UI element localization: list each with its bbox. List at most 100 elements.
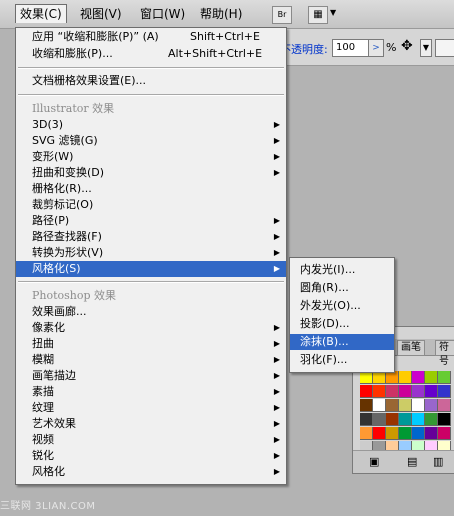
submenu-arrow-icon: ▶	[273, 136, 280, 145]
bridge-button[interactable]: Br	[272, 6, 292, 24]
menu-item-blur[interactable]: 模糊 ▶	[16, 352, 286, 368]
swatch[interactable]	[399, 413, 412, 426]
submenu-arrow-icon: ▶	[273, 232, 280, 241]
menu-item-stylize[interactable]: 风格化(S) ▶	[16, 261, 286, 277]
swatch[interactable]	[425, 371, 438, 384]
swatch[interactable]	[386, 413, 399, 426]
submenu-arrow-icon: ▶	[273, 323, 280, 332]
swatch[interactable]	[412, 427, 425, 440]
swatch[interactable]	[438, 427, 451, 440]
swatch[interactable]	[360, 427, 373, 440]
swatch[interactable]	[412, 413, 425, 426]
menu-item-sketch[interactable]: 素描 ▶	[16, 384, 286, 400]
menu-window[interactable]: 窗口(W)	[136, 5, 189, 23]
swatch[interactable]	[425, 399, 438, 412]
swatch[interactable]	[425, 385, 438, 398]
swatch[interactable]	[425, 413, 438, 426]
effect-menu: 应用 “收缩和膨胀(P)” (A) Shift+Ctrl+E 收缩和膨胀(P).…	[15, 27, 287, 485]
menu-item-video[interactable]: 视频 ▶	[16, 432, 286, 448]
swatch[interactable]	[373, 427, 386, 440]
menu-item-shortcut: Shift+Ctrl+E	[190, 30, 260, 43]
menu-effect[interactable]: 效果(C)	[15, 4, 67, 23]
swatch[interactable]	[373, 385, 386, 398]
submenu-item-round-corners[interactable]: 圆角(R)...	[290, 280, 394, 296]
watermark: 三联网 3LIAN.COM	[0, 501, 96, 512]
menu-item-3d[interactable]: 3D(3) ▶	[16, 117, 286, 133]
menu-item-warp[interactable]: 变形(W) ▶	[16, 149, 286, 165]
swatch[interactable]	[360, 385, 373, 398]
swatch[interactable]	[438, 371, 451, 384]
opacity-arrow-button[interactable]: >	[368, 39, 384, 57]
menu-item-svg-filters[interactable]: SVG 滤镜(G) ▶	[16, 133, 286, 149]
submenu-arrow-icon: ▶	[273, 403, 280, 412]
menu-item-pixelate[interactable]: 像素化 ▶	[16, 320, 286, 336]
menu-item-convert-to-shape[interactable]: 转换为形状(V) ▶	[16, 245, 286, 261]
brush-icon[interactable]: ✥	[401, 38, 413, 54]
menu-item-document-raster-settings[interactable]: 文档栅格效果设置(E)...	[16, 73, 286, 89]
swatch[interactable]	[386, 385, 399, 398]
swatch[interactable]	[386, 399, 399, 412]
swatch[interactable]	[399, 371, 412, 384]
swatch[interactable]	[399, 385, 412, 398]
swatch-options-icon[interactable]: ▤	[407, 455, 417, 468]
swatch[interactable]	[438, 413, 451, 426]
control-bar-field[interactable]	[435, 39, 454, 57]
swatch[interactable]	[412, 385, 425, 398]
swatch[interactable]	[412, 399, 425, 412]
opacity-input[interactable]: 100	[332, 39, 371, 57]
submenu-item-scribble[interactable]: 涂抹(B)...	[290, 334, 394, 350]
swatch[interactable]	[373, 399, 386, 412]
swatch[interactable]	[412, 371, 425, 384]
tab-symbols[interactable]: 符号	[435, 340, 454, 367]
menu-item-sharpen[interactable]: 锐化 ▶	[16, 448, 286, 464]
submenu-item-drop-shadow[interactable]: 投影(D)...	[290, 316, 394, 332]
menu-view[interactable]: 视图(V)	[76, 5, 126, 23]
menu-item-texture[interactable]: 纹理 ▶	[16, 400, 286, 416]
submenu-item-feather[interactable]: 羽化(F)...	[290, 352, 394, 368]
new-swatch-icon[interactable]: ▥	[433, 455, 443, 468]
submenu-item-inner-glow[interactable]: 内发光(I)...	[290, 262, 394, 278]
menu-item-crop-marks[interactable]: 裁剪标记(O)	[16, 197, 286, 213]
brush-dropdown-icon[interactable]: ▼	[420, 39, 432, 57]
menu-item-artistic[interactable]: 艺术效果 ▶	[16, 416, 286, 432]
menu-item-effect-gallery[interactable]: 效果画廊...	[16, 304, 286, 320]
swatch[interactable]	[425, 427, 438, 440]
swatch[interactable]	[399, 399, 412, 412]
menu-item-apply-last[interactable]: 应用 “收缩和膨胀(P)” (A) Shift+Ctrl+E	[16, 29, 286, 45]
swatch[interactable]	[438, 399, 451, 412]
submenu-arrow-icon: ▶	[273, 216, 280, 225]
swatch[interactable]	[360, 399, 373, 412]
menu-item-distort-transform[interactable]: 扭曲和变换(D) ▶	[16, 165, 286, 181]
submenu-arrow-icon: ▶	[273, 355, 280, 364]
swatch[interactable]	[438, 385, 451, 398]
menu-item-last-effect[interactable]: 收缩和膨胀(P)... Alt+Shift+Ctrl+E	[16, 46, 286, 62]
swatch[interactable]	[386, 427, 399, 440]
menu-item-label: 圆角(R)...	[300, 281, 349, 294]
arrange-dropdown-icon[interactable]: ▼	[330, 8, 336, 17]
menu-item-brush-strokes[interactable]: 画笔描边 ▶	[16, 368, 286, 384]
swatch[interactable]	[373, 413, 386, 426]
menu-item-path[interactable]: 路径(P) ▶	[16, 213, 286, 229]
menu-item-label: SVG 滤镜(G)	[32, 134, 98, 147]
menu-separator	[18, 281, 284, 283]
submenu-arrow-icon: ▶	[273, 339, 280, 348]
menu-item-label: 投影(D)...	[300, 317, 350, 330]
menu-item-label: 变形(W)	[32, 150, 74, 163]
tab-brushes[interactable]: 画笔	[397, 340, 425, 356]
arrange-documents-icon[interactable]: ▦	[308, 6, 328, 24]
menu-item-pathfinder[interactable]: 路径查找器(F) ▶	[16, 229, 286, 245]
menu-item-ps-stylize[interactable]: 风格化 ▶	[16, 464, 286, 480]
submenu-arrow-icon: ▶	[273, 467, 280, 476]
menu-item-label: 模糊	[32, 353, 54, 366]
menu-item-label: 纹理	[32, 401, 54, 414]
menu-item-distort[interactable]: 扭曲 ▶	[16, 336, 286, 352]
menu-item-label: 像素化	[32, 321, 65, 334]
swatch-library-icon[interactable]: ▣	[369, 455, 379, 468]
submenu-arrow-icon: ▶	[273, 419, 280, 428]
swatch[interactable]	[399, 427, 412, 440]
menu-help[interactable]: 帮助(H)	[196, 5, 246, 23]
submenu-item-outer-glow[interactable]: 外发光(O)...	[290, 298, 394, 314]
swatch[interactable]	[360, 413, 373, 426]
menu-item-rasterize[interactable]: 栅格化(R)...	[16, 181, 286, 197]
submenu-arrow-icon: ▶	[273, 387, 280, 396]
